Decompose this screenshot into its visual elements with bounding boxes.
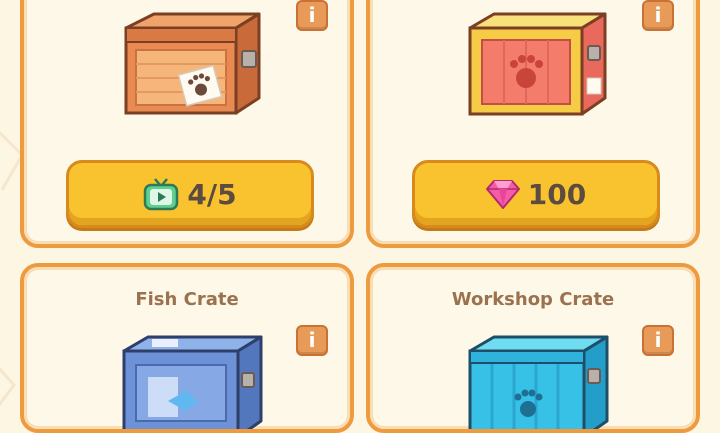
gem-icon (485, 180, 520, 209)
paw-crate-image (468, 12, 607, 116)
crate-card-fish[interactable]: Fish Crate i (20, 263, 354, 433)
info-button[interactable]: i (642, 325, 674, 356)
wooden-crate-image (124, 12, 261, 115)
fish-crate-image (122, 335, 263, 429)
tv-ad-icon (144, 178, 179, 211)
crate-card-wooden[interactable]: i 4/5 (20, 0, 354, 248)
info-button[interactable]: i (296, 325, 328, 356)
buy-with-gems-button[interactable]: 100 (412, 160, 660, 228)
gem-price-value: 100 (527, 177, 587, 211)
crate-title: Workshop Crate (451, 289, 615, 310)
crate-card-paw[interactable]: i 100 (366, 0, 700, 248)
watch-ad-button[interactable]: 4/5 (66, 160, 314, 228)
info-button[interactable]: i (296, 0, 328, 31)
crate-card-workshop[interactable]: Workshop Crate i (366, 263, 700, 433)
crate-title: Fish Crate (135, 289, 239, 310)
ad-progress-value: 4/5 (187, 177, 237, 211)
workshop-crate-image (468, 335, 609, 429)
info-button[interactable]: i (642, 0, 674, 31)
